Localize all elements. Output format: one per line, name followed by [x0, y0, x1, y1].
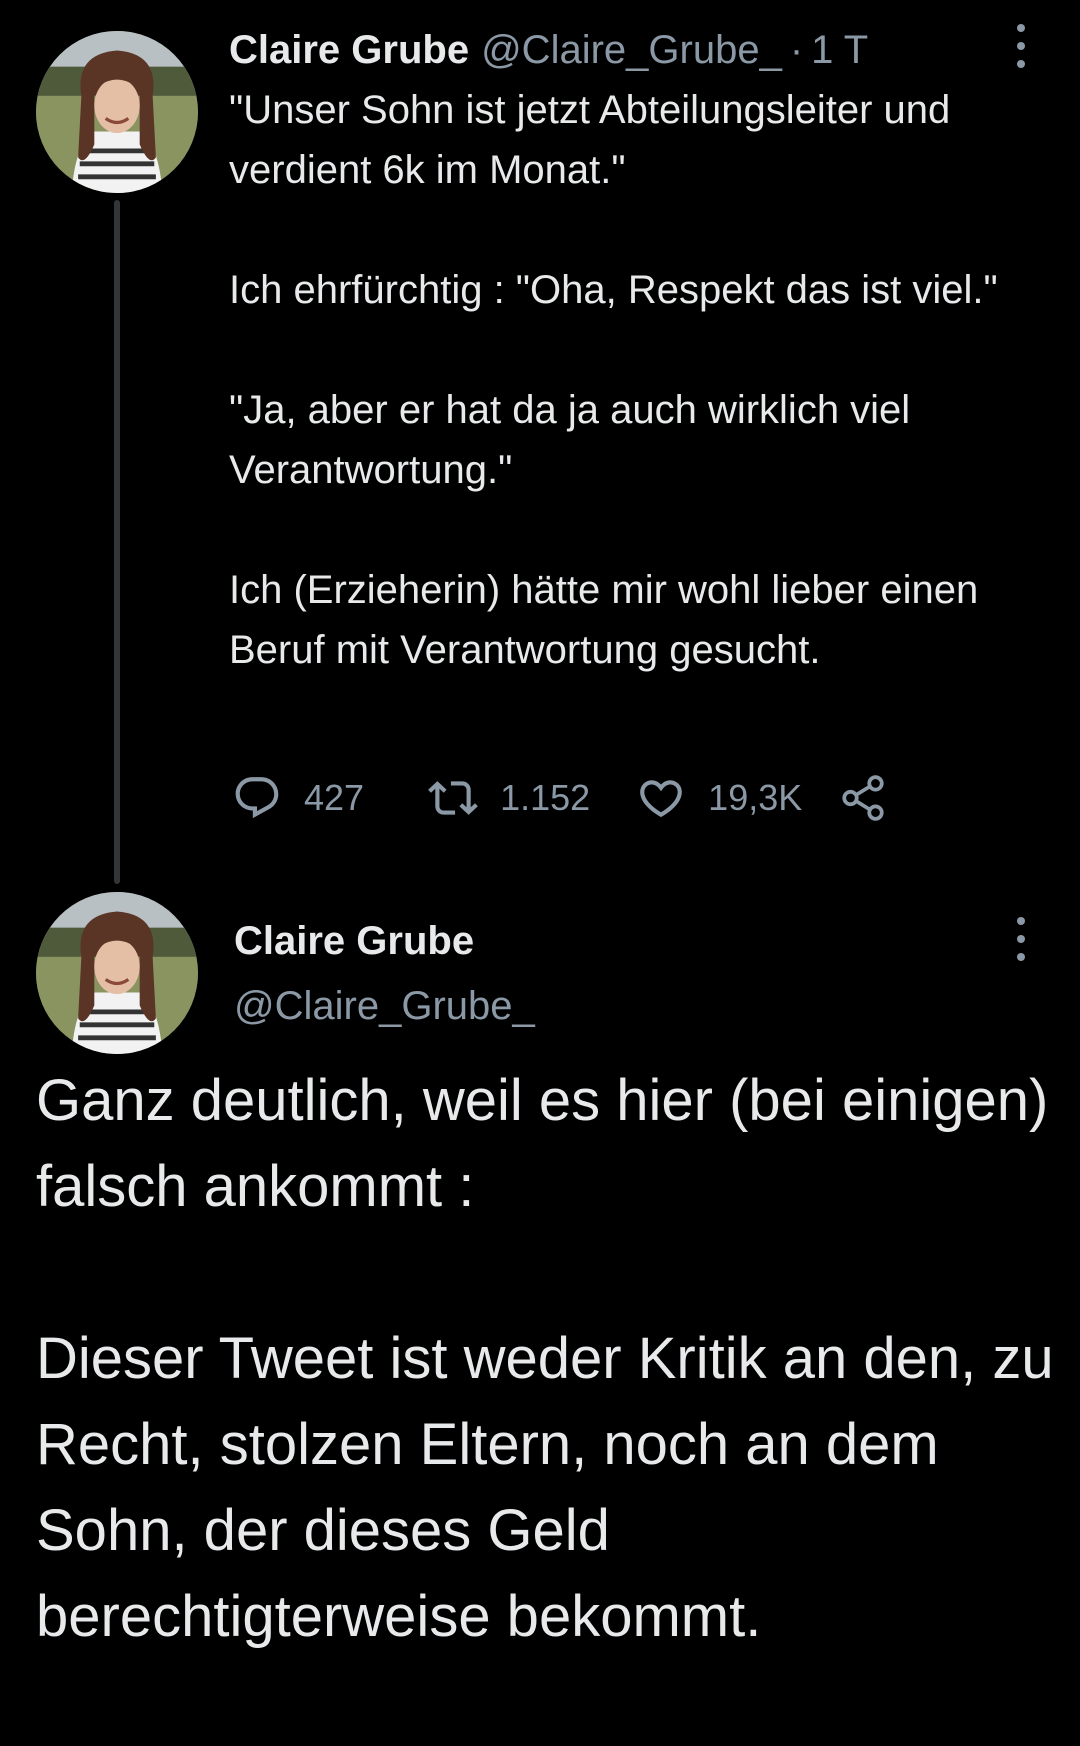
reply-button[interactable]: 427: [232, 773, 364, 823]
heart-icon: [640, 780, 683, 818]
more-options-icon[interactable]: [1009, 24, 1033, 68]
thread-connector-line: [114, 200, 120, 884]
retweet-button[interactable]: 1.152: [428, 773, 590, 823]
profile-photo-icon: [36, 31, 198, 193]
author-handle[interactable]: @Claire_Grube_: [234, 980, 535, 1032]
like-button[interactable]: 19,3K: [636, 773, 802, 823]
retweet-icon: [428, 781, 478, 815]
separator-dot: ·: [789, 28, 804, 72]
tweet-text: "Unser Sohn ist jetzt Abteilungsleiter u…: [229, 80, 1059, 680]
tweet-paragraph: Dieser Tweet ist weder Kritik an den, zu…: [36, 1326, 1054, 1649]
more-dot: [1017, 953, 1025, 961]
tweet-actions: 427 1.152 19,3K: [232, 770, 888, 826]
more-dot: [1017, 60, 1025, 68]
tweet-paragraph: "Ja, aber er hat da ja auch wirklich vie…: [229, 388, 911, 492]
share-icon: [842, 775, 884, 821]
reply-count: 427: [304, 777, 365, 818]
more-options-icon[interactable]: [1009, 917, 1033, 961]
timestamp[interactable]: 1 T: [811, 24, 868, 76]
more-dot: [1017, 42, 1025, 50]
more-dot: [1017, 935, 1025, 943]
avatar[interactable]: [36, 31, 198, 193]
more-dot: [1017, 917, 1025, 925]
profile-photo-icon: [36, 892, 198, 1054]
reply-icon: [235, 777, 279, 819]
retweet-count: 1.152: [500, 777, 591, 818]
share-button[interactable]: [838, 773, 888, 823]
tweet-paragraph: "Unser Sohn ist jetzt Abteilungsleiter u…: [229, 88, 951, 192]
author-name[interactable]: Claire Grube: [234, 915, 474, 967]
author-name[interactable]: Claire Grube: [229, 24, 469, 76]
tweet-header: Claire Grube @Claire_Grube_ · 1 T: [229, 24, 868, 76]
like-count: 19,3K: [708, 777, 803, 818]
tweet-paragraph: Ganz deutlich, weil es hier (bei einigen…: [36, 1068, 1049, 1219]
more-dot: [1017, 24, 1025, 32]
avatar[interactable]: [36, 892, 198, 1054]
tweet-paragraph: Ich ehrfürchtig : "Oha, Respekt das ist …: [229, 268, 998, 312]
author-handle[interactable]: @Claire_Grube_: [481, 24, 782, 76]
tweet-paragraph: Ich (Erzieherin) hätte mir wohl lieber e…: [229, 568, 979, 672]
tweet-text: Ganz deutlich, weil es hier (bei einigen…: [36, 1058, 1056, 1746]
